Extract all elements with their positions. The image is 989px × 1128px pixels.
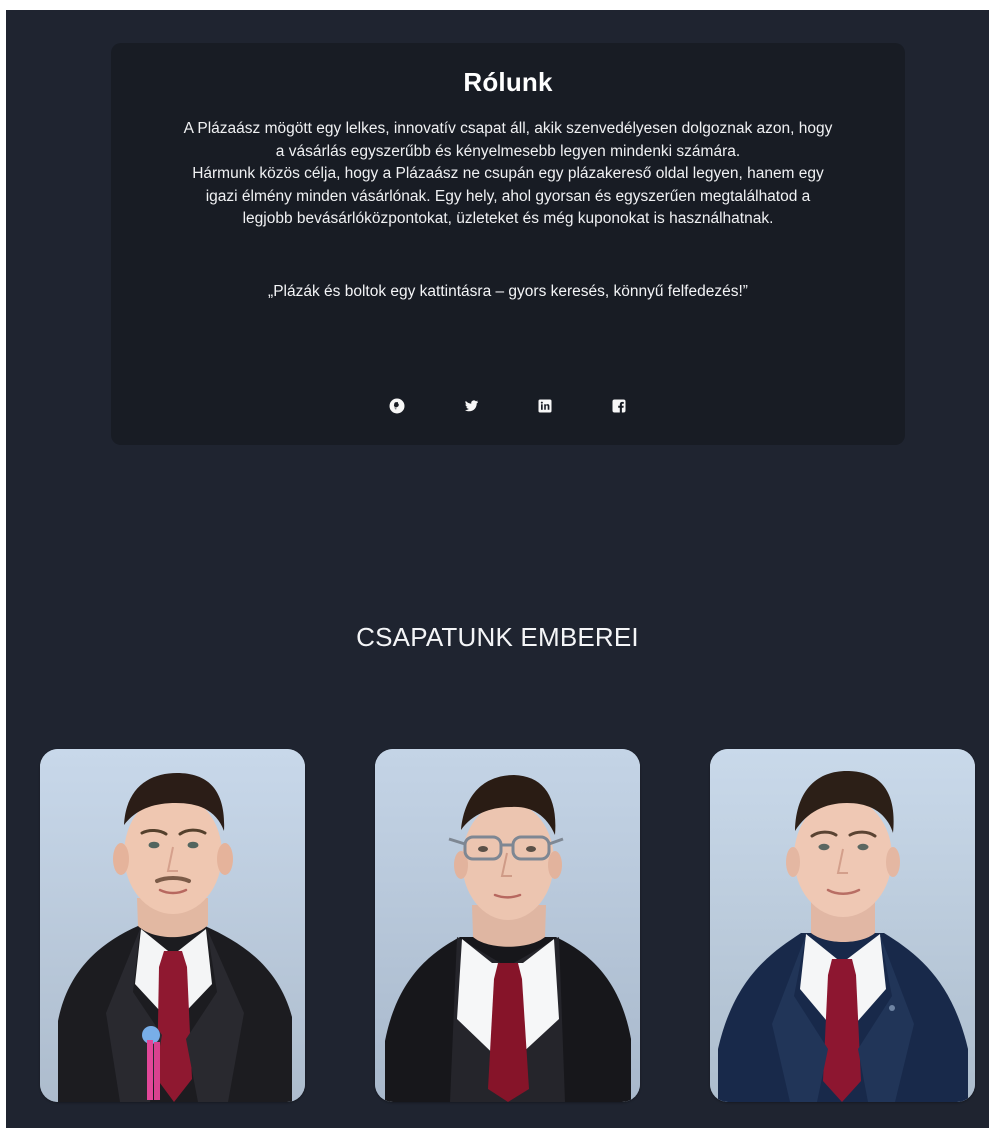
twitter-link[interactable] [456, 391, 486, 421]
facebook-icon [612, 399, 626, 413]
team-member-card [40, 749, 305, 1102]
facebook-link[interactable] [604, 391, 634, 421]
about-title: Rólunk [463, 67, 553, 97]
social-links [111, 391, 905, 421]
about-line: igazi élmény minden vásárlónak. Egy hely… [205, 187, 811, 205]
about-line: a vásárlás egyszerűbb és kényelmesebb le… [275, 142, 741, 160]
team-member-photo [710, 749, 975, 1102]
team-member-photo [375, 749, 640, 1102]
about-line: legjobb bevásárlóközpontokat, üzleteket … [242, 210, 774, 227]
github-icon [389, 398, 405, 414]
linkedin-icon [538, 399, 552, 413]
about-description: A Plázaász mögött egy lelkes, innovatív … [123, 118, 893, 231]
github-link[interactable] [382, 391, 412, 421]
about-line: Hármunk közös célja, hogy a Plázaász ne … [192, 165, 824, 182]
team-member-card [710, 749, 975, 1102]
team-member-card [375, 749, 640, 1102]
twitter-icon [465, 400, 478, 412]
linkedin-link[interactable] [530, 391, 560, 421]
about-line: A Plázaász mögött egy lelkes, innovatív … [183, 120, 833, 137]
team-title: CSAPATUNK EMBEREI [356, 622, 639, 652]
page-content: Rólunk A Plázaász mögött egy lelkes, inn… [6, 10, 989, 1128]
team-member-photo [40, 749, 305, 1102]
about-quote: „Plázák és boltok egy kattintásra – gyor… [268, 282, 748, 300]
about-card: Rólunk A Plázaász mögött egy lelkes, inn… [111, 43, 905, 445]
